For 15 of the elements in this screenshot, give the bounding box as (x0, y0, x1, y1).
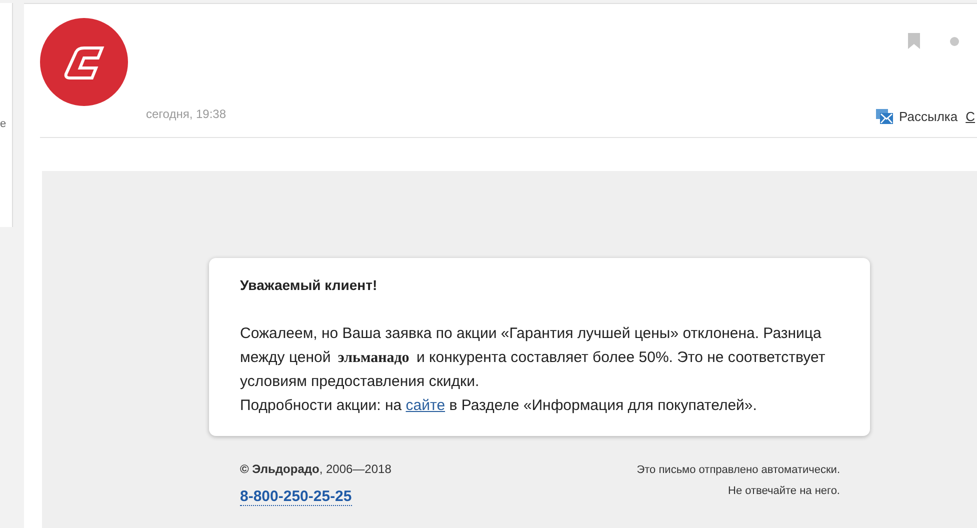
message-paragraph: Сожалеем, но Ваша заявка по акции «Гарантия лучшей цены» отклонена. Разница между ценой эльманадо и конкурента составляет более 50%. Это не соответствует условиям предоставления скидки. (240, 324, 826, 392)
cut-link[interactable]: С (966, 109, 975, 124)
phone-link[interactable]: 8-800-250-25-25 (240, 488, 352, 506)
status-dot-icon[interactable] (950, 37, 959, 46)
footer-note: Это письмо отправлено автоматически. (636, 464, 840, 476)
site-link[interactable]: сайте (406, 397, 446, 414)
message-date: сегодня, 19:38 (146, 107, 226, 121)
greeting-text: Уважаемый клиент! (240, 276, 378, 295)
bookmark-icon[interactable] (908, 33, 920, 49)
footer-note: Не отвечайте на него. (728, 485, 840, 497)
mailing-icon (876, 109, 893, 124)
category-label: Рассылка (899, 109, 958, 124)
sidebar-text: е (0, 118, 6, 130)
details-paragraph: Подробности акции: на сайте в Разделе «Информация для покупателей». (240, 396, 758, 416)
copyright-text: © Эльдорадо, 2006—2018 (240, 462, 392, 476)
